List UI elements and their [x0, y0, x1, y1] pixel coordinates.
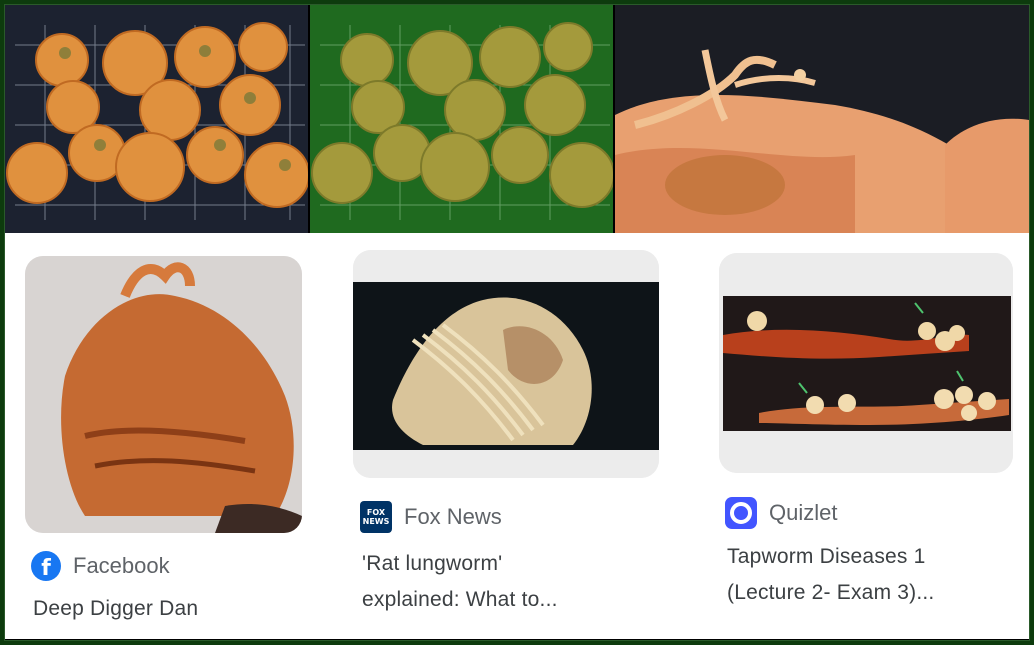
image-results-grid: f Facebook Deep Digger Dan FOX NEWS Fox …: [5, 233, 1029, 639]
result-title-line-1[interactable]: 'Rat lungworm': [362, 546, 558, 582]
result-source-label: Facebook: [73, 553, 170, 578]
result-thumbnail[interactable]: [353, 250, 659, 478]
result-title[interactable]: Tapworm Diseases 1 (Lecture 2- Exam 3)..…: [727, 539, 934, 611]
quizlet-icon: [725, 497, 757, 529]
result-thumbnail[interactable]: [719, 253, 1013, 473]
result-title-line-1[interactable]: Tapworm Diseases 1: [727, 539, 934, 575]
result-source-label: Fox News: [404, 504, 502, 529]
result-title-line-2[interactable]: (Lecture 2- Exam 3)...: [727, 575, 934, 611]
result-thumbnail[interactable]: [25, 256, 302, 533]
fox-news-icon: FOX NEWS: [360, 501, 392, 533]
fried-fritters-on-rack-image: [5, 5, 308, 233]
result-title-line-2[interactable]: explained: What to...: [362, 582, 558, 618]
fried-fritters-green-filter-image: [310, 5, 613, 233]
result-title-text[interactable]: Deep Digger Dan: [33, 597, 198, 620]
top-image-strip: [5, 5, 1029, 233]
facebook-icon: f: [31, 551, 61, 581]
fritter-closeup-image: [615, 5, 1029, 233]
result-source-label: Quizlet: [769, 500, 838, 525]
result-title[interactable]: 'Rat lungworm' explained: What to...: [362, 546, 558, 618]
result-card-facebook[interactable]: f Facebook Deep Digger Dan: [5, 233, 335, 639]
result-card-fox-news[interactable]: FOX NEWS Fox News 'Rat lungworm' explain…: [345, 233, 675, 639]
result-source: FOX NEWS Fox News: [360, 501, 502, 533]
result-source: f Facebook: [31, 551, 170, 581]
result-card-quizlet[interactable]: Quizlet Tapworm Diseases 1 (Lecture 2- E…: [705, 233, 1029, 639]
result-source: Quizlet: [725, 497, 837, 529]
result-title[interactable]: Deep Digger Dan: [33, 591, 198, 627]
